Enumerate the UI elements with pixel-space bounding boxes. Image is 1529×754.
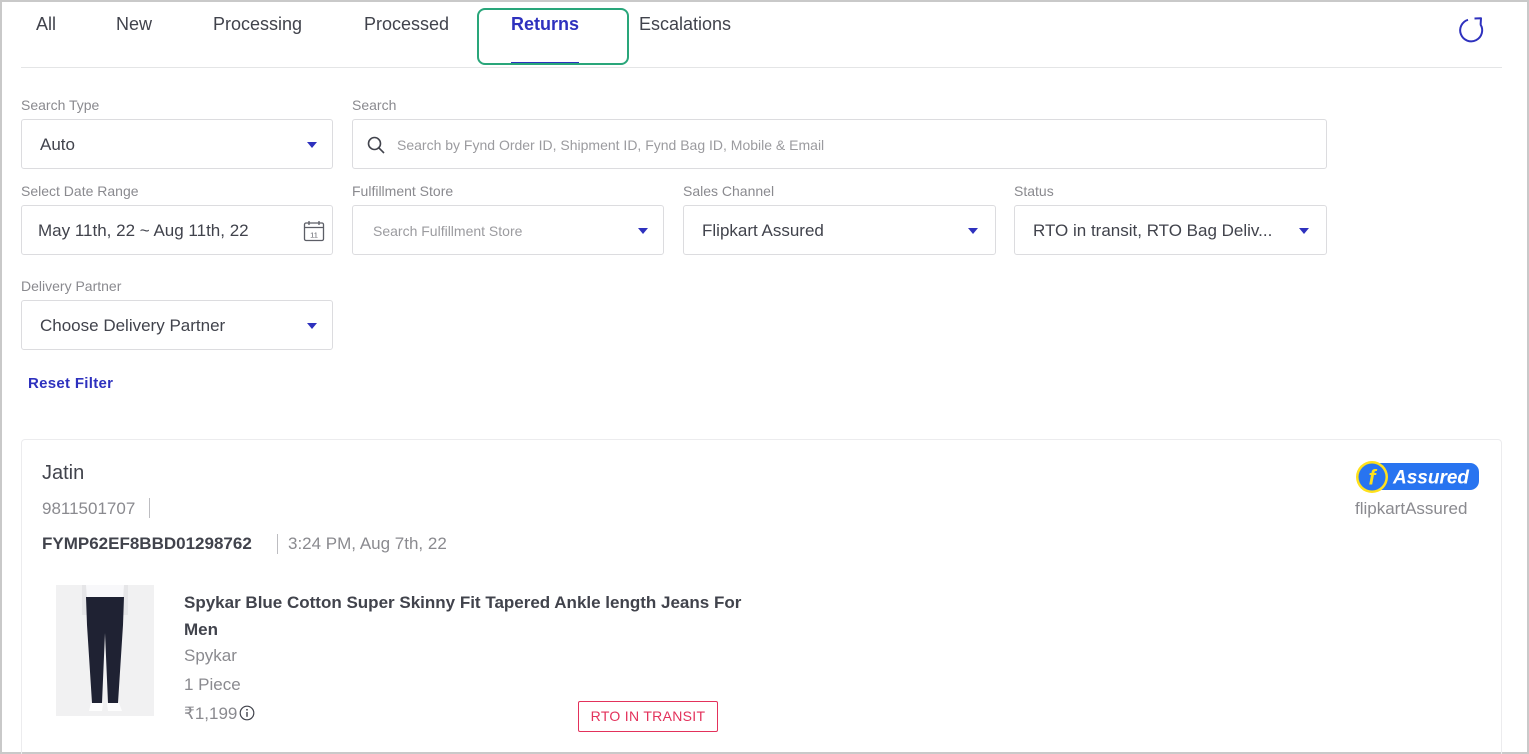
fulfillment-store-select[interactable]: Search Fulfillment Store	[352, 205, 664, 255]
chevron-down-icon	[1299, 228, 1309, 234]
customer-phone: 9811501707	[42, 499, 136, 518]
order-id[interactable]: FYMP62EF8BBD01298762	[42, 534, 252, 554]
chevron-down-icon	[638, 228, 648, 234]
fulfillment-store-placeholder: Search Fulfillment Store	[373, 223, 523, 239]
delivery-partner-label: Delivery Partner	[21, 278, 122, 294]
sales-channel-value: Flipkart Assured	[702, 221, 824, 240]
calendar-icon[interactable]: 11	[303, 220, 325, 242]
product-price: ₹1,199	[184, 704, 238, 723]
flipkart-assured-badge: f Assured	[1356, 461, 1479, 493]
refresh-icon[interactable]	[1456, 14, 1488, 46]
tab-new[interactable]: New	[116, 14, 152, 35]
reset-filter-button[interactable]: Reset Filter	[28, 375, 113, 392]
search-type-label: Search Type	[21, 97, 100, 113]
date-range-value: May 11th, 22 ~ Aug 11th, 22	[38, 221, 249, 240]
shipment-status-badge: RTO IN TRANSIT	[578, 701, 718, 732]
status-select[interactable]: RTO in transit, RTO Bag Deliv...	[1014, 205, 1327, 255]
search-input[interactable]: Search by Fynd Order ID, Shipment ID, Fy…	[352, 119, 1327, 169]
search-label: Search	[352, 97, 397, 113]
sales-channel-label: Sales Channel	[683, 183, 775, 199]
calendar-day: 11	[310, 231, 318, 240]
product-quantity: 1 Piece	[184, 675, 241, 694]
tab-processing[interactable]: Processing	[213, 14, 302, 35]
chevron-down-icon	[307, 142, 317, 148]
status-value: RTO in transit, RTO Bag Deliv...	[1033, 221, 1273, 240]
divider	[277, 534, 278, 554]
tab-highlight-annotation	[477, 8, 629, 65]
sales-channel-name: flipkartAssured	[1355, 499, 1468, 518]
product-image[interactable]	[56, 585, 154, 716]
tab-escalations[interactable]: Escalations	[639, 14, 731, 35]
fulfillment-store-label: Fulfillment Store	[352, 183, 454, 199]
date-range-label: Select Date Range	[21, 183, 139, 199]
tab-all[interactable]: All	[36, 14, 56, 35]
info-icon[interactable]	[239, 705, 255, 721]
delivery-partner-value: Choose Delivery Partner	[40, 316, 226, 335]
search-icon	[367, 136, 385, 154]
order-time: 3:24 PM, Aug 7th, 22	[288, 534, 447, 553]
product-title[interactable]: Spykar Blue Cotton Super Skinny Fit Tape…	[184, 589, 744, 643]
chevron-down-icon	[307, 323, 317, 329]
date-range-picker[interactable]: May 11th, 22 ~ Aug 11th, 22 11	[21, 205, 333, 255]
divider	[149, 498, 150, 518]
status-label: Status	[1014, 183, 1054, 199]
delivery-partner-select[interactable]: Choose Delivery Partner	[21, 300, 333, 350]
product-brand: Spykar	[184, 646, 237, 665]
badge-text: Assured	[1392, 468, 1469, 489]
tabs-divider	[21, 67, 1502, 68]
customer-name: Jatin	[42, 462, 85, 484]
sales-channel-select[interactable]: Flipkart Assured	[683, 205, 996, 255]
tab-processed[interactable]: Processed	[364, 14, 449, 35]
chevron-down-icon	[968, 228, 978, 234]
search-type-select[interactable]: Auto	[21, 119, 333, 169]
search-placeholder: Search by Fynd Order ID, Shipment ID, Fy…	[397, 137, 825, 153]
search-type-value: Auto	[40, 135, 75, 154]
